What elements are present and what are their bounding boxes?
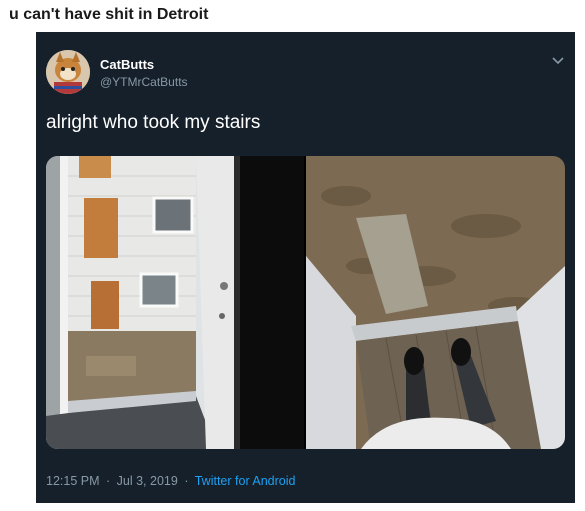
display-name[interactable]: CatButts (100, 57, 154, 72)
door-photo[interactable] (46, 156, 304, 449)
tweet-time[interactable]: 12:15 PM (46, 474, 100, 488)
post-caption: u can't have shit in Detroit (9, 6, 209, 23)
user-handle[interactable]: @YTMrCatButts (100, 75, 188, 89)
tweet-meta: 12:15 PM · Jul 3, 2019 · Twitter for And… (46, 474, 295, 488)
legs-photo[interactable] (306, 156, 565, 449)
tweet-text: alright who took my stairs (46, 112, 261, 133)
tweet-media[interactable] (46, 156, 565, 449)
tweet-date[interactable]: Jul 3, 2019 (117, 474, 178, 488)
tweet-card[interactable]: CatButts @YTMrCatButts alright who took … (36, 32, 575, 503)
chevron-down-icon[interactable] (550, 52, 566, 68)
meta-separator: · (184, 474, 189, 488)
meta-separator: · (106, 474, 111, 488)
avatar[interactable] (46, 50, 90, 94)
tweet-source-link[interactable]: Twitter for Android (195, 474, 296, 488)
